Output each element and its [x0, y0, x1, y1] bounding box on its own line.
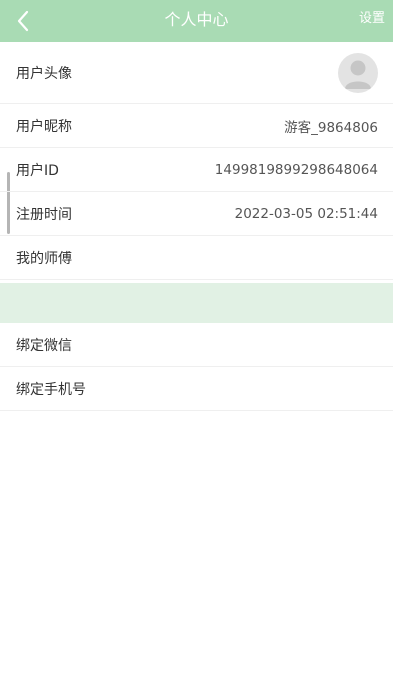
nickname-row[interactable]: 用户昵称 游客_9864806: [0, 104, 393, 148]
nickname-value: 游客_9864806: [284, 119, 378, 136]
top-nav-bar: 个人中心 设置: [0, 0, 393, 42]
binding-list: 绑定微信 绑定手机号: [0, 323, 393, 411]
avatar[interactable]: [338, 52, 378, 93]
avatar-row[interactable]: 用户头像: [0, 42, 393, 104]
userid-value: 1499819899298648064: [214, 161, 378, 178]
avatar-label: 用户头像: [16, 65, 72, 82]
userid-label: 用户ID: [16, 162, 59, 179]
profile-info-list: 用户头像 用户昵称 游客_9864806 用户ID 14998198992986…: [0, 42, 393, 280]
register-time-label: 注册时间: [16, 206, 72, 223]
nickname-label: 用户昵称: [16, 118, 72, 135]
userid-row: 用户ID 1499819899298648064: [0, 148, 393, 192]
bind-phone-row[interactable]: 绑定手机号: [0, 367, 393, 411]
bind-wechat-row[interactable]: 绑定微信: [0, 323, 393, 367]
section-divider: [0, 283, 393, 323]
settings-button[interactable]: 设置: [359, 0, 385, 42]
default-user-icon: [345, 60, 371, 89]
master-row[interactable]: 我的师傅: [0, 236, 393, 280]
bind-phone-label: 绑定手机号: [16, 381, 86, 398]
page-title: 个人中心: [164, 10, 229, 29]
master-label: 我的师傅: [16, 250, 72, 267]
register-time-value: 2022-03-05 02:51:44: [234, 205, 378, 222]
bind-wechat-label: 绑定微信: [16, 337, 72, 354]
register-time-row: 注册时间 2022-03-05 02:51:44: [0, 192, 393, 236]
